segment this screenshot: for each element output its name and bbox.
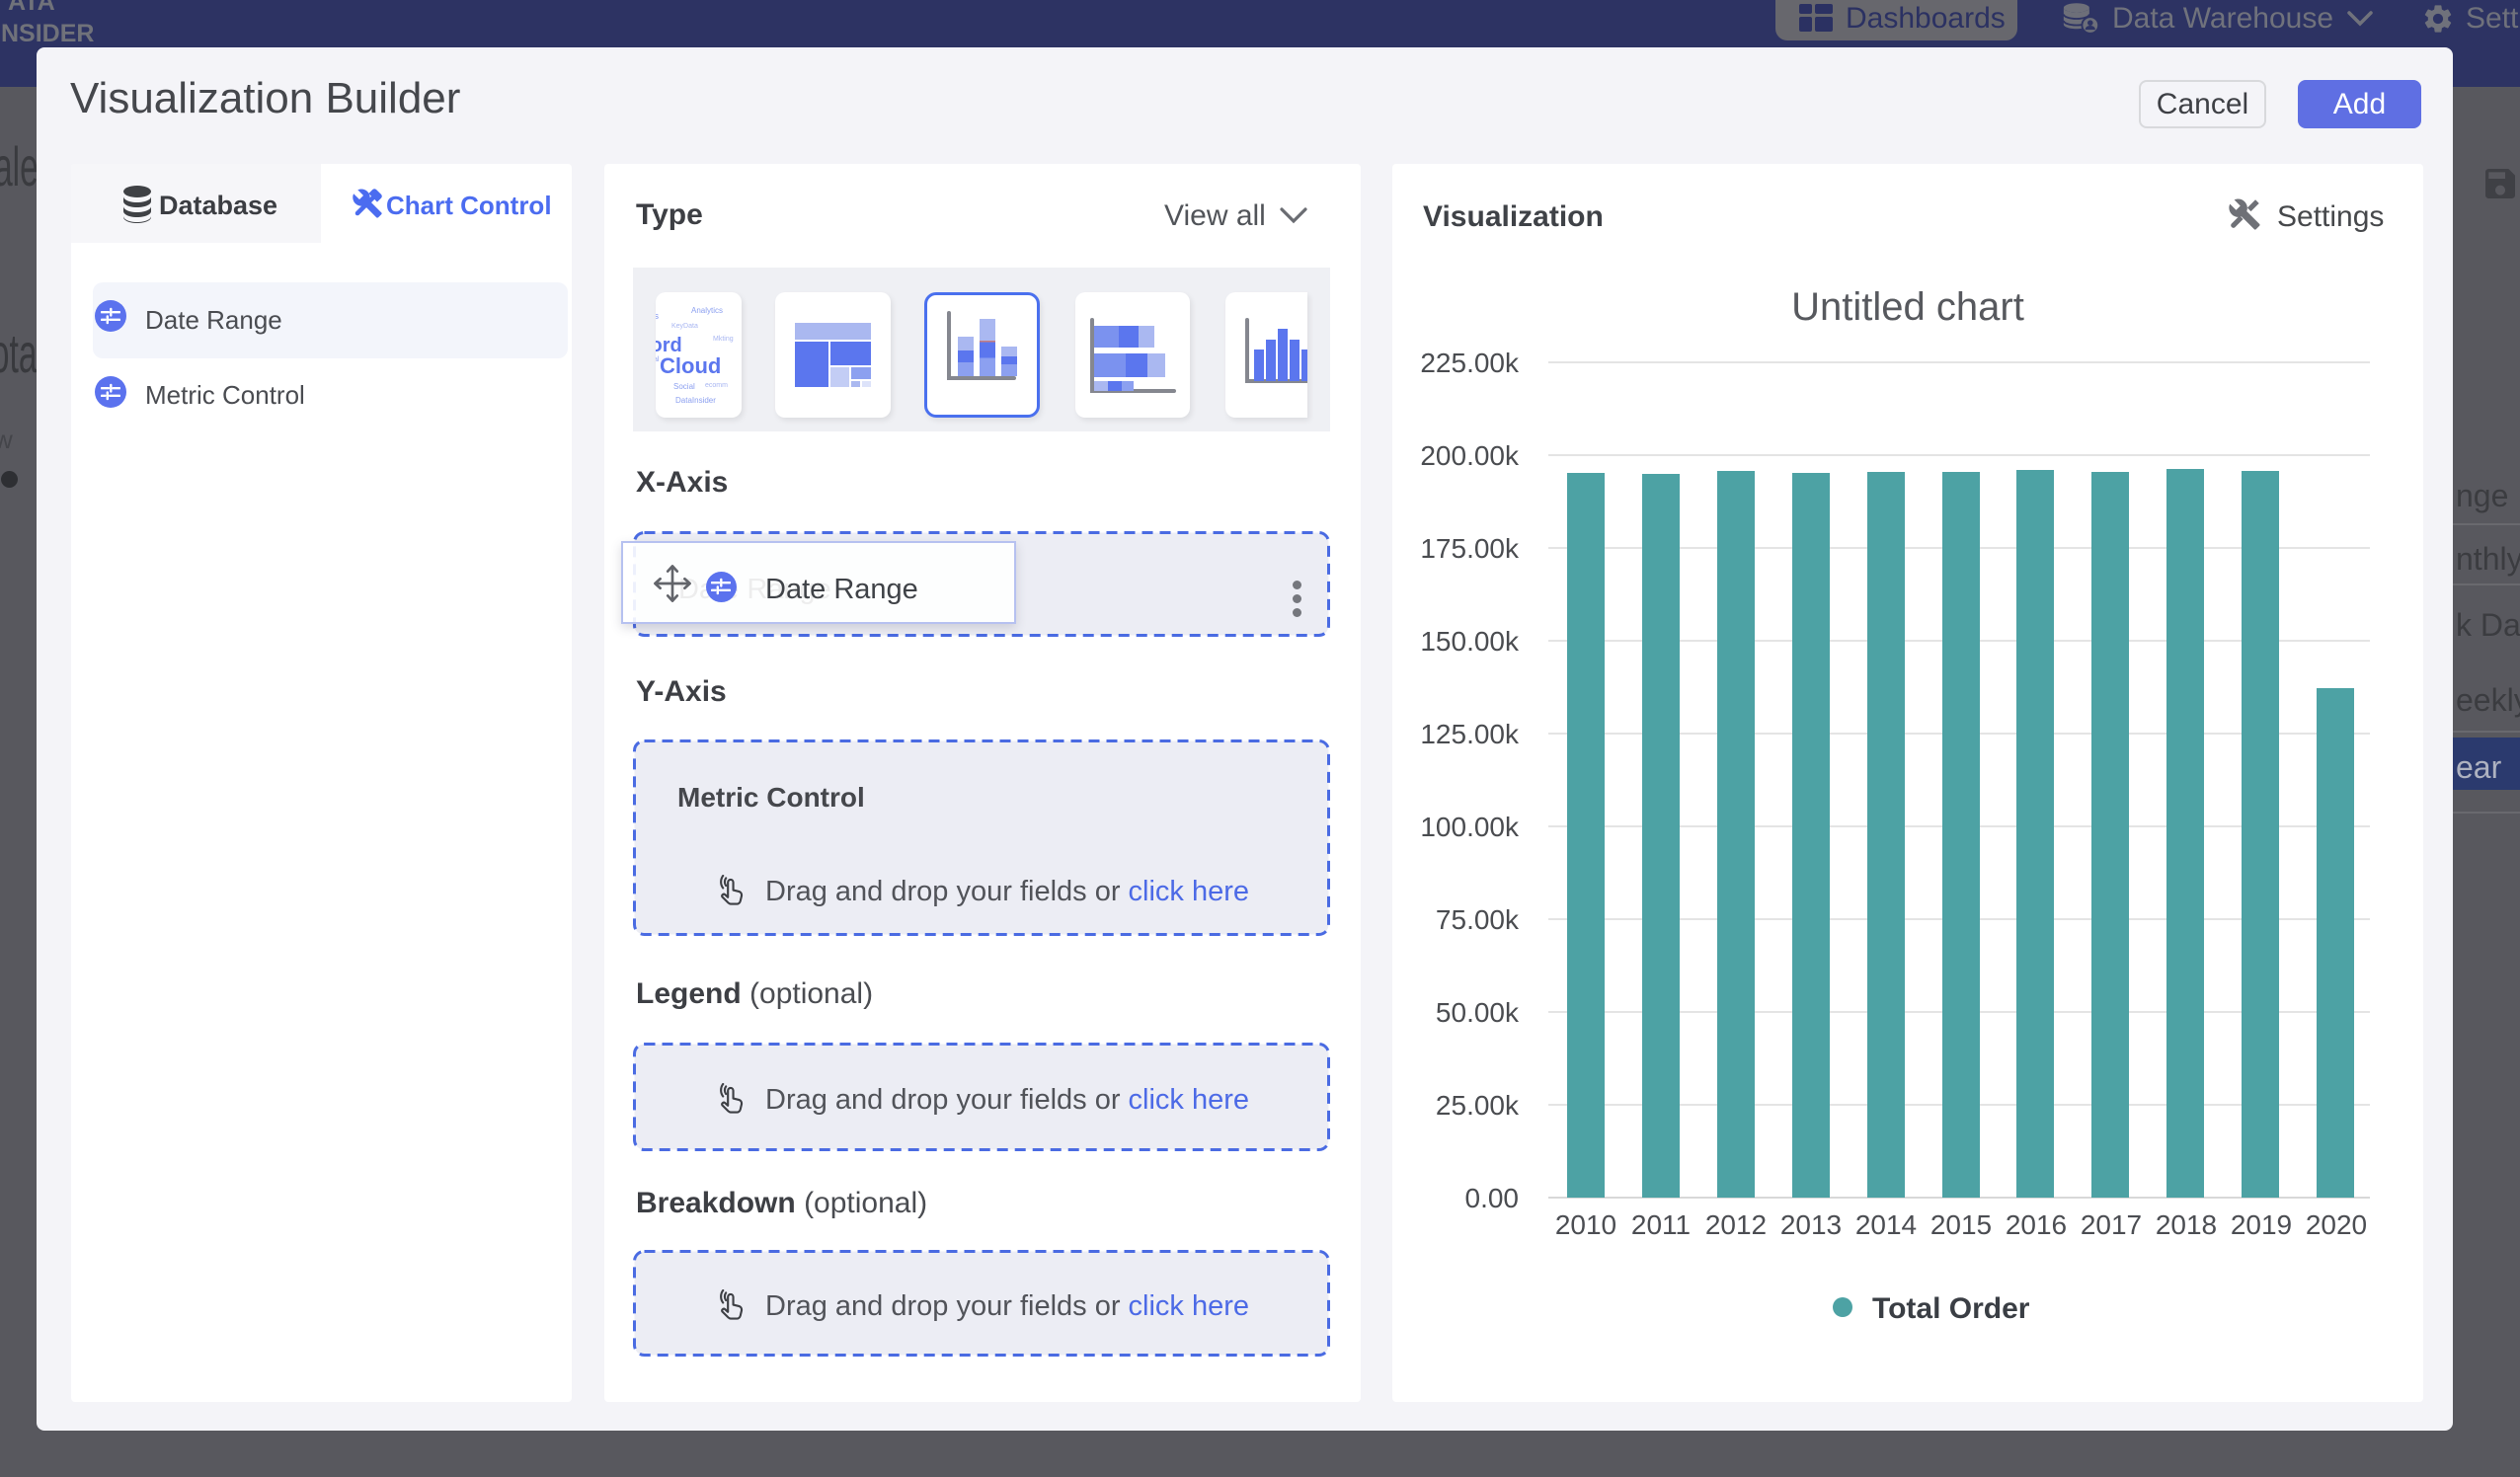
svg-text:iness: iness — [656, 311, 660, 321]
svg-text:2019: 2019 — [2231, 1209, 2292, 1240]
svg-text:2016: 2016 — [2006, 1209, 2067, 1240]
svg-text:100.00k: 100.00k — [1420, 812, 1520, 842]
svg-text:50.00k: 50.00k — [1436, 997, 1520, 1028]
svg-text:Social: Social — [673, 382, 695, 391]
svg-text:2012: 2012 — [1705, 1209, 1767, 1240]
svg-text:0.00: 0.00 — [1465, 1183, 1520, 1213]
svg-text:2015: 2015 — [1930, 1209, 1992, 1240]
svg-text:Untitled chart: Untitled chart — [1791, 285, 2024, 329]
svg-text:Mkting: Mkting — [713, 336, 734, 343]
svg-text:2017: 2017 — [2081, 1209, 2142, 1240]
svg-text:25.00k: 25.00k — [1436, 1090, 1520, 1121]
svg-text:150.00k: 150.00k — [1420, 626, 1520, 657]
svg-text:Total Order: Total Order — [1872, 1292, 2030, 1325]
svg-text:225.00k: 225.00k — [1420, 348, 1520, 378]
svg-text:2011: 2011 — [1631, 1209, 1691, 1240]
svg-text:Analytics: Analytics — [691, 306, 723, 315]
svg-text:125.00k: 125.00k — [1420, 719, 1520, 749]
svg-text:2013: 2013 — [1780, 1209, 1842, 1240]
svg-text:DataInsider: DataInsider — [675, 396, 716, 405]
svg-text:2018: 2018 — [2156, 1209, 2217, 1240]
svg-text:Cloud: Cloud — [660, 353, 721, 378]
svg-text:ecomm: ecomm — [705, 382, 728, 389]
svg-text:2020: 2020 — [2306, 1209, 2367, 1240]
svg-text:75.00k: 75.00k — [1436, 904, 1520, 935]
svg-text:200.00k: 200.00k — [1420, 440, 1520, 471]
svg-text:KeyData: KeyData — [671, 323, 698, 330]
svg-text:2014: 2014 — [1855, 1209, 1917, 1240]
svg-text:175.00k: 175.00k — [1420, 533, 1520, 564]
svg-text:2010: 2010 — [1555, 1209, 1616, 1240]
